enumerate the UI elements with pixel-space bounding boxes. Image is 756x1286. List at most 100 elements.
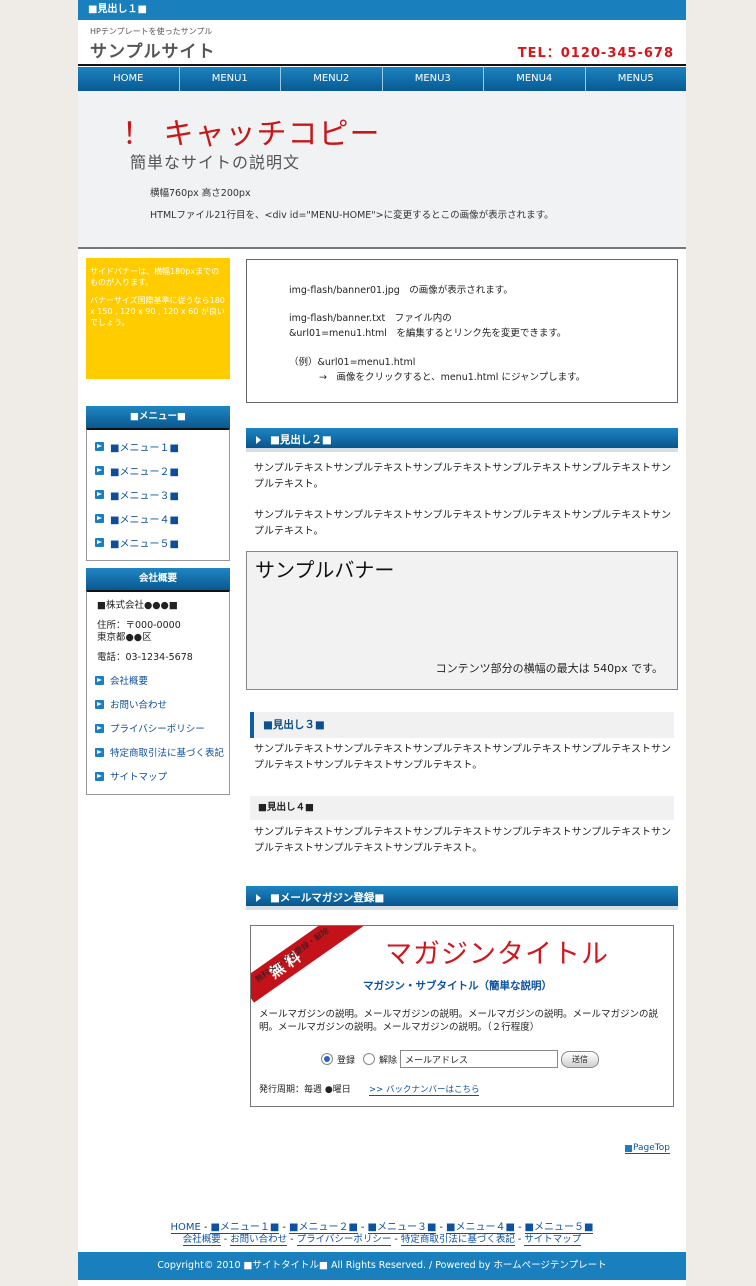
nav-menu1[interactable]: MENU1 <box>180 67 281 91</box>
site-logo[interactable]: サンプルサイト <box>90 37 216 62</box>
footer-link-law[interactable]: 特定商取引法に基づく表記 <box>400 1234 515 1246</box>
nav-menu2[interactable]: MENU2 <box>281 67 383 91</box>
top-heading: ■見出し１■ <box>78 0 686 20</box>
side-banner-text-1: サイドバナーは、横幅180pxまでのものが入ります。 <box>90 267 220 287</box>
company-box: ■株式会社●●●■ 住所：〒000-0000 東京都●●区 電話：03-1234… <box>86 590 230 795</box>
unregister-label: 解除 <box>379 1055 398 1066</box>
mail-magazine-box: 無料 無料メルマガ登録・解除 マガジンタイトル マガジン・サブタイトル（簡単な説… <box>250 925 674 1107</box>
sample-banner[interactable]: サンプルバナー コンテンツ部分の横幅の最大は 540px です。 <box>246 551 678 690</box>
nav-menu4[interactable]: MENU4 <box>484 67 586 91</box>
footer-separator: - <box>394 1234 398 1245</box>
footer-link-sitemap[interactable]: サイトマップ <box>524 1234 582 1246</box>
footer-link-privacy[interactable]: プライバシーポリシー <box>296 1234 392 1246</box>
arrow-right-icon <box>95 723 104 733</box>
company-address-1: 住所：〒000-0000 <box>97 620 181 631</box>
hero-banner: ！ キャッチコピー 簡単なサイトの説明文 横幅760px 高さ200px HTM… <box>78 91 686 249</box>
side-menu-label: ■メニュー３■ <box>110 490 179 502</box>
pagetop-link[interactable]: PageTop <box>625 1143 670 1154</box>
send-button[interactable]: 送信 <box>561 1050 600 1068</box>
company-link-label: 特定商取引法に基づく表記 <box>110 748 225 759</box>
company-link-privacy[interactable]: プライバシーポリシー <box>87 716 229 740</box>
arrow-right-icon <box>95 675 104 685</box>
body-text-3: サンプルテキストサンプルテキストサンプルテキストサンプルテキストサンプルテキスト… <box>254 744 671 771</box>
flash-line-4: （例）&url01=menu1.html <box>289 357 416 368</box>
side-menu-label: ■メニュー４■ <box>110 514 179 526</box>
flash-line-2: img-flash/banner.txt ファイル内の <box>289 313 452 324</box>
nav-home[interactable]: HOME <box>78 67 180 91</box>
arrow-right-icon <box>95 441 104 451</box>
side-menu-item-2[interactable]: ■メニュー２■ <box>87 458 229 482</box>
heading-2: ■見出し２■ <box>246 428 678 452</box>
side-company: 会社概要 ■株式会社●●●■ 住所：〒000-0000 東京都●●区 電話：03… <box>86 568 230 795</box>
arrow-up-icon <box>625 1144 633 1152</box>
copyright-bar: Copyright© 2010 ■サイトタイトル■ All Rights Res… <box>78 1252 686 1280</box>
company-link-law[interactable]: 特定商取引法に基づく表記 <box>87 740 229 764</box>
side-menu-item-1[interactable]: ■メニュー１■ <box>87 434 229 458</box>
arrow-right-icon <box>95 513 104 523</box>
register-label: 登録 <box>337 1055 356 1066</box>
backnumber-link[interactable]: >> バックナンバーはこちら <box>369 1083 480 1096</box>
page: ■見出し１■ HPテンプレートを使ったサンプル サンプルサイト TEL：0120… <box>78 0 686 1286</box>
phone-number: TEL：0120-345-678 <box>517 46 674 61</box>
subscribe-form: 登録 解除 送信 <box>321 1050 600 1068</box>
side-menu-label: ■メニュー２■ <box>110 466 179 478</box>
arrow-right-icon <box>95 747 104 757</box>
magazine-title: マガジンタイトル <box>385 939 609 970</box>
body-text-1: サンプルテキストサンプルテキストサンプルテキストサンプルテキストサンプルテキスト… <box>254 463 671 490</box>
sample-banner-title: サンプルバナー <box>255 558 395 582</box>
footer-link-contact[interactable]: お問い合わせ <box>230 1234 288 1246</box>
unregister-radio[interactable] <box>363 1053 376 1065</box>
arrow-right-icon <box>95 771 104 781</box>
global-nav: HOME MENU1 MENU2 MENU3 MENU4 MENU5 <box>78 67 686 91</box>
magazine-cycle: 発行周期：毎週 ●曜日 <box>259 1085 351 1095</box>
side-menu-label: ■メニュー１■ <box>110 442 179 454</box>
company-link-label: プライバシーポリシー <box>110 724 205 735</box>
company-phone: 電話：03-1234-5678 <box>97 652 193 663</box>
footer-nav-2: 会社概要 - お問い合わせ - プライバシーポリシー - 特定商取引法に基づく表記 - サイトマ… <box>78 1231 686 1246</box>
arrow-right-icon <box>95 699 104 709</box>
heading-mail-magazine: ■メールマガジン登録■ <box>246 886 678 910</box>
body-text-2: サンプルテキストサンプルテキストサンプルテキストサンプルテキストサンプルテキスト… <box>254 510 671 537</box>
company-link-label: 会社概要 <box>110 676 149 687</box>
company-heading: 会社概要 <box>86 568 230 590</box>
arrow-right-icon <box>95 465 104 475</box>
arrow-right-icon <box>95 489 104 499</box>
magazine-description: メールマガジンの説明。メールマガジンの説明。メールマガジンの説明。メールマガジン… <box>259 1009 659 1033</box>
company-link-label: お問い合わせ <box>110 700 168 711</box>
side-menu-box: ■メニュー１■ ■メニュー２■ ■メニュー３■ ■メニュー４■ ■メニュー５■ <box>86 428 230 561</box>
body-text-4: サンプルテキストサンプルテキストサンプルテキストサンプルテキストサンプルテキスト… <box>254 827 671 854</box>
company-link-label: サイトマップ <box>110 772 168 783</box>
nav-menu3[interactable]: MENU3 <box>383 67 484 91</box>
footer-separator: - <box>290 1234 294 1245</box>
nav-menu5[interactable]: MENU5 <box>586 67 687 91</box>
side-banner[interactable]: サイドバナーは、横幅180pxまでのものが入ります。 バナーサイズ国際基準に従う… <box>86 258 230 379</box>
sample-banner-note: コンテンツ部分の横幅の最大は 540px です。 <box>435 662 663 675</box>
site-description: 簡単なサイトの説明文 <box>130 153 301 172</box>
email-input[interactable] <box>400 1050 559 1068</box>
side-menu-label: ■メニュー５■ <box>110 538 179 550</box>
side-banner-text-2: バナーサイズ国際基準に従うなら180 x 150 , 120 x 90 , 12… <box>90 296 225 327</box>
footer-separator: - <box>517 1234 522 1245</box>
nav-divider <box>78 64 686 66</box>
company-link-about[interactable]: 会社概要 <box>87 668 229 692</box>
hero-html-note: HTMLファイル21行目を、<div id="MENU-HOME">に変更すると… <box>150 210 554 221</box>
site-subtitle: HPテンプレートを使ったサンプル <box>90 27 213 36</box>
pagetop-label: PageTop <box>633 1143 670 1153</box>
footer-separator: - <box>223 1234 228 1245</box>
company-link-sitemap[interactable]: サイトマップ <box>87 764 229 788</box>
magazine-subtitle: マガジン・サブタイトル（簡単な説明） <box>363 980 552 992</box>
flash-banner[interactable]: img-flash/banner01.jpg の画像が表示されます。 img-f… <box>246 259 678 403</box>
flash-line-3: &url01=menu1.html を編集するとリンク先を変更できます。 <box>289 328 567 339</box>
side-menu-item-5[interactable]: ■メニュー５■ <box>87 530 229 554</box>
heading-3: ■見出し３■ <box>250 712 674 738</box>
arrow-right-icon <box>95 537 104 547</box>
flash-line-5: → 画像をクリックすると、menu1.html にジャンプします。 <box>319 372 586 383</box>
catch-copy: ！ キャッチコピー <box>122 117 381 152</box>
flash-line-1: img-flash/banner01.jpg の画像が表示されます。 <box>289 285 513 296</box>
company-link-contact[interactable]: お問い合わせ <box>87 692 229 716</box>
side-menu-item-4[interactable]: ■メニュー４■ <box>87 506 229 530</box>
hero-size-note: 横幅760px 高さ200px <box>150 188 251 199</box>
footer-link-about[interactable]: 会社概要 <box>182 1234 221 1246</box>
register-radio[interactable] <box>321 1053 333 1065</box>
side-menu-item-3[interactable]: ■メニュー３■ <box>87 482 229 506</box>
